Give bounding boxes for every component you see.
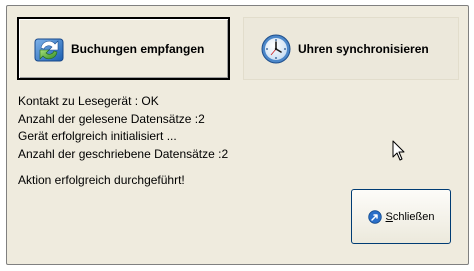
log-line: Anzahl der geschriebene Datensätze :2	[18, 146, 229, 161]
status-message: Aktion erfolgreich durchgeführt!	[18, 173, 185, 187]
close-label: Schließen	[386, 211, 435, 223]
sync-arrows-icon	[34, 38, 64, 61]
dialog: Buchungen empfangen Uhren synchronisiere…	[6, 5, 469, 265]
log-line: Anzahl der gelesene Datensätze :2	[18, 111, 205, 126]
log-line: Kontakt zu Lesegerät : OK	[18, 94, 159, 108]
close-label-rest: chließen	[392, 210, 435, 223]
close-button[interactable]: Schließen	[351, 189, 451, 244]
clock-icon	[261, 34, 291, 63]
close-arrow-icon	[367, 209, 382, 224]
receive-bookings-label: Buchungen empfangen	[71, 41, 205, 56]
sync-clocks-button[interactable]: Uhren synchronisieren	[243, 17, 459, 80]
status-log: Kontakt zu Lesegerät : OK Anzahl der gel…	[18, 93, 228, 190]
mouse-pointer-icon	[392, 140, 405, 161]
log-line: Gerät erfolgreich initialisiert ...	[18, 129, 177, 143]
sync-clocks-label: Uhren synchronisieren	[298, 41, 429, 56]
receive-bookings-button[interactable]: Buchungen empfangen	[17, 17, 230, 80]
close-label-mnemonic: S	[385, 210, 393, 223]
